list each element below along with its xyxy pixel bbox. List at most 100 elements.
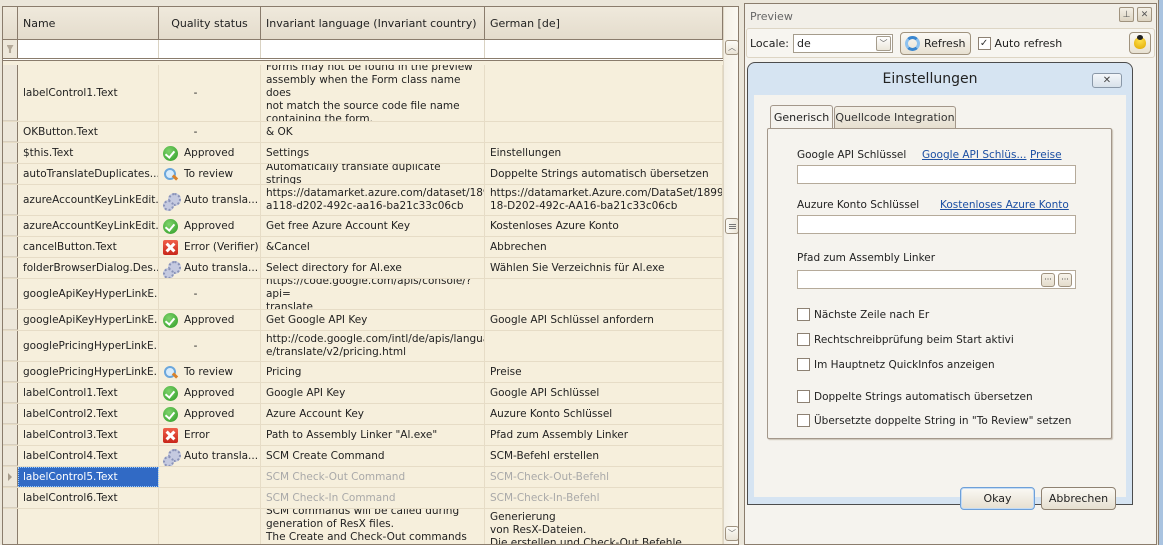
cell-quality-status[interactable]: Approved bbox=[159, 383, 261, 403]
cell-invariant-text[interactable]: &Cancel bbox=[261, 237, 485, 257]
cell-invariant-text[interactable]: https://datamarket.azure.com/dataset/189… bbox=[261, 185, 485, 215]
cell-german-text[interactable]: Einstellungen bbox=[485, 143, 723, 163]
cell-quality-status[interactable]: - bbox=[159, 65, 261, 121]
cell-name[interactable]: googlePricingHyperLinkE... bbox=[18, 362, 159, 382]
cell-german-text[interactable]: https://datamarket.Azure.com/DataSet/189… bbox=[485, 185, 723, 215]
cell-quality-status[interactable]: Auto transla... bbox=[159, 258, 261, 278]
table-row[interactable]: autoTranslateDuplicates... To review Autom… bbox=[3, 164, 723, 185]
cell-name[interactable]: labelControl4.Text bbox=[18, 446, 159, 466]
table-row[interactable]: azureAccountKeyLinkEdit... Approved Get fr… bbox=[3, 216, 723, 237]
row-indicator[interactable] bbox=[3, 310, 18, 330]
cell-name[interactable]: autoTranslateDuplicates... bbox=[18, 164, 159, 184]
cell-name[interactable]: labelControl5.Text bbox=[18, 467, 159, 487]
row-indicator[interactable] bbox=[3, 467, 18, 487]
scroll-up-button[interactable]: ︿ bbox=[725, 40, 738, 55]
cell-invariant-text[interactable]: Select directory for Al.exe bbox=[261, 258, 485, 278]
table-row[interactable]: labelControl5.Text SCM Check-Out Command S… bbox=[3, 467, 723, 488]
checkbox-icon[interactable] bbox=[797, 308, 810, 321]
table-row[interactable]: labelControl3.Text Error Path to Assembly … bbox=[3, 425, 723, 446]
cell-german-text[interactable]: SCM-Check-Out-Befehl bbox=[485, 467, 723, 487]
row-indicator[interactable] bbox=[3, 185, 18, 215]
table-row[interactable]: cancelButton.Text Error (Verifier) &Cancel… bbox=[3, 237, 723, 258]
cell-invariant-text[interactable]: Google API Key bbox=[261, 383, 485, 403]
okay-button[interactable]: Okay bbox=[960, 487, 1035, 510]
row-indicator[interactable] bbox=[3, 216, 18, 236]
table-row[interactable]: googleApiKeyHyperLinkE... - https://code.g… bbox=[3, 279, 723, 310]
cell-name[interactable]: labelControl1.Text bbox=[18, 383, 159, 403]
cell-german-text[interactable]: Google API Schlüssel anfordern bbox=[485, 310, 723, 330]
cell-name[interactable]: $this.Text bbox=[18, 143, 159, 163]
google-api-key-input[interactable] bbox=[797, 165, 1076, 184]
cell-quality-status[interactable]: To review bbox=[159, 362, 261, 382]
assembly-linker-input[interactable]: ··· ··· bbox=[797, 270, 1076, 289]
filter-invariant-cell[interactable] bbox=[261, 40, 485, 58]
row-indicator[interactable] bbox=[3, 383, 18, 403]
checkbox-checked-icon[interactable]: ✓ bbox=[977, 36, 991, 50]
row-indicator[interactable] bbox=[3, 258, 18, 278]
cell-invariant-text[interactable]: Pricing bbox=[261, 362, 485, 382]
row-indicator[interactable] bbox=[3, 65, 18, 121]
checkbox-next-line[interactable]: Nächste Zeile nach Er bbox=[797, 308, 929, 321]
cell-invariant-text[interactable]: SCM commands will be called during gener… bbox=[261, 509, 485, 544]
checkbox-quickinfos[interactable]: Im Hauptnetz QuickInfos anzeigen bbox=[797, 358, 995, 371]
scroll-down-button[interactable]: ﹀ bbox=[725, 526, 738, 541]
row-indicator[interactable] bbox=[3, 164, 18, 184]
cell-name[interactable]: googleApiKeyHyperLinkE... bbox=[18, 310, 159, 330]
cell-quality-status[interactable]: To review bbox=[159, 164, 261, 184]
cell-invariant-text[interactable]: Forms may not be found in the preview as… bbox=[261, 65, 485, 121]
table-row[interactable]: labelControl1.Text Approved Google API Key… bbox=[3, 383, 723, 404]
cell-invariant-text[interactable]: SCM Check-Out Command bbox=[261, 467, 485, 487]
google-api-key-link[interactable]: Google API Schlüs... bbox=[922, 149, 1026, 161]
scroll-thumb[interactable] bbox=[725, 218, 738, 234]
cell-quality-status[interactable]: Error bbox=[159, 425, 261, 445]
cell-german-text[interactable] bbox=[485, 65, 723, 121]
filter-name-cell[interactable] bbox=[18, 40, 159, 58]
cell-quality-status[interactable]: - bbox=[159, 279, 261, 309]
checkbox-icon[interactable] bbox=[797, 333, 810, 346]
cell-quality-status[interactable] bbox=[159, 488, 261, 508]
tab-quellcode-integration[interactable]: Quellcode Integration bbox=[834, 106, 956, 128]
cell-quality-status[interactable]: Error (Verifier) bbox=[159, 237, 261, 257]
cell-quality-status[interactable]: Approved bbox=[159, 216, 261, 236]
cell-german-text[interactable] bbox=[485, 331, 723, 361]
table-row[interactable]: labelControl6.Text SCM Check-In Command SC… bbox=[3, 488, 723, 509]
checkbox-auto-translate-duplicates[interactable]: Doppelte Strings automatisch übersetzen bbox=[797, 390, 1033, 403]
debug-button[interactable] bbox=[1129, 32, 1151, 54]
cell-name[interactable]: googleApiKeyHyperLinkE... bbox=[18, 279, 159, 309]
pricing-link[interactable]: Preise bbox=[1030, 149, 1062, 161]
cell-invariant-text[interactable]: http://code.google.com/intl/de/apis/lang… bbox=[261, 331, 485, 361]
abbrechen-button[interactable]: Abbrechen bbox=[1041, 487, 1116, 510]
table-row[interactable]: azureAccountKeyLinkEdit... Auto transla..… bbox=[3, 185, 723, 216]
azure-key-input[interactable] bbox=[797, 215, 1076, 234]
cell-name[interactable]: labelControl1.Text bbox=[18, 65, 159, 121]
cell-name[interactable]: labelControl3.Text bbox=[18, 425, 159, 445]
cell-german-text[interactable]: SCM-Befehl erstellen bbox=[485, 446, 723, 466]
chevron-down-icon[interactable]: ﹀ bbox=[875, 35, 891, 51]
cell-german-text[interactable]: Wählen Sie Verzeichnis für Al.exe bbox=[485, 258, 723, 278]
table-row[interactable]: folderBrowserDialog.Des... Auto transla..… bbox=[3, 258, 723, 279]
table-row[interactable]: SCM commands will be called during gener… bbox=[3, 509, 723, 544]
cell-quality-status[interactable]: Approved bbox=[159, 404, 261, 424]
cell-german-text[interactable]: Abbrechen bbox=[485, 237, 723, 257]
column-header-german[interactable]: German [de] bbox=[485, 7, 723, 39]
cell-quality-status[interactable]: Auto transla... bbox=[159, 185, 261, 215]
row-indicator[interactable] bbox=[3, 331, 18, 361]
browse-button[interactable]: ··· bbox=[1041, 273, 1055, 287]
table-row[interactable]: googlePricingHyperLinkE... To review Prici… bbox=[3, 362, 723, 383]
cell-invariant-text[interactable]: Automatically translate duplicate string… bbox=[261, 164, 485, 184]
row-indicator[interactable] bbox=[3, 404, 18, 424]
cell-invariant-text[interactable]: & OK bbox=[261, 122, 485, 142]
cell-name[interactable]: googlePricingHyperLinkE... bbox=[18, 331, 159, 361]
row-indicator[interactable] bbox=[3, 509, 18, 544]
column-header-quality-status[interactable]: Quality status bbox=[159, 7, 261, 39]
cell-german-text[interactable]: Pfad zum Assembly Linker bbox=[485, 425, 723, 445]
tab-generisch[interactable]: Generisch bbox=[770, 105, 833, 128]
cell-invariant-text[interactable]: Azure Account Key bbox=[261, 404, 485, 424]
row-indicator[interactable] bbox=[3, 425, 18, 445]
column-header-invariant-language[interactable]: Invariant language (Invariant country) bbox=[261, 7, 485, 39]
cell-quality-status[interactable]: - bbox=[159, 122, 261, 142]
checkbox-spellcheck[interactable]: Rechtschreibprüfung beim Start aktivi bbox=[797, 333, 1014, 346]
table-row[interactable]: OKButton.Text - & OK bbox=[3, 122, 723, 143]
table-row[interactable]: $this.Text Approved Settings Einstellungen bbox=[3, 143, 723, 164]
row-indicator[interactable] bbox=[3, 237, 18, 257]
